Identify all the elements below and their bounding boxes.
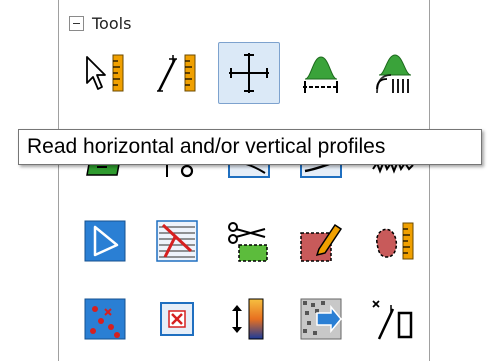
- point-ruler-icon: [372, 300, 413, 340]
- triangle-select-icon: [84, 220, 126, 262]
- tool-button-peak-signal[interactable]: [362, 42, 424, 104]
- panel-title: Tools: [92, 13, 132, 33]
- tool-button-scissors-cut[interactable]: [218, 210, 280, 272]
- tool-button-image-export[interactable]: [290, 288, 352, 350]
- tool-button-blob-ruler[interactable]: [362, 210, 424, 272]
- image-export-icon: [300, 298, 342, 340]
- crosshair-profile-icon: [229, 53, 269, 93]
- tools-panel: Tools: [58, 0, 430, 361]
- scatter-points-icon: [84, 298, 126, 340]
- tool-button-scatter-points[interactable]: [74, 288, 136, 350]
- tool-button-triangle-select[interactable]: [74, 210, 136, 272]
- line-hatch-icon: [156, 220, 198, 262]
- collapse-toggle[interactable]: [69, 15, 84, 31]
- color-scale-icon: [232, 298, 264, 340]
- pencil-region-icon: [300, 223, 343, 262]
- panel-header: Tools: [69, 8, 131, 38]
- tooltip-text: Read horizontal and/or vertical profiles: [27, 135, 386, 158]
- tooltip: Read horizontal and/or vertical profiles: [18, 129, 482, 165]
- delete-box-icon: [160, 302, 194, 336]
- peak-measure-icon: [303, 56, 339, 93]
- tool-button-delete-box[interactable]: [146, 288, 208, 350]
- scissors-cut-icon: [228, 222, 268, 262]
- tool-button-crosshair-profile[interactable]: [218, 42, 280, 104]
- tool-button-line-ruler[interactable]: [146, 42, 208, 104]
- pointer-ruler-icon: [86, 54, 124, 92]
- tool-button-pointer-ruler[interactable]: [74, 42, 136, 104]
- tool-button-point-ruler[interactable]: [362, 288, 424, 350]
- peak-signal-icon: [376, 54, 412, 94]
- tool-grid: [74, 42, 424, 352]
- tool-button-color-scale[interactable]: [218, 288, 280, 350]
- tool-button-peak-measure[interactable]: [290, 42, 352, 104]
- line-ruler-icon: [157, 54, 196, 92]
- blob-ruler-icon: [376, 222, 414, 260]
- tool-button-line-hatch[interactable]: [146, 210, 208, 272]
- tool-button-pencil-region[interactable]: [290, 210, 352, 272]
